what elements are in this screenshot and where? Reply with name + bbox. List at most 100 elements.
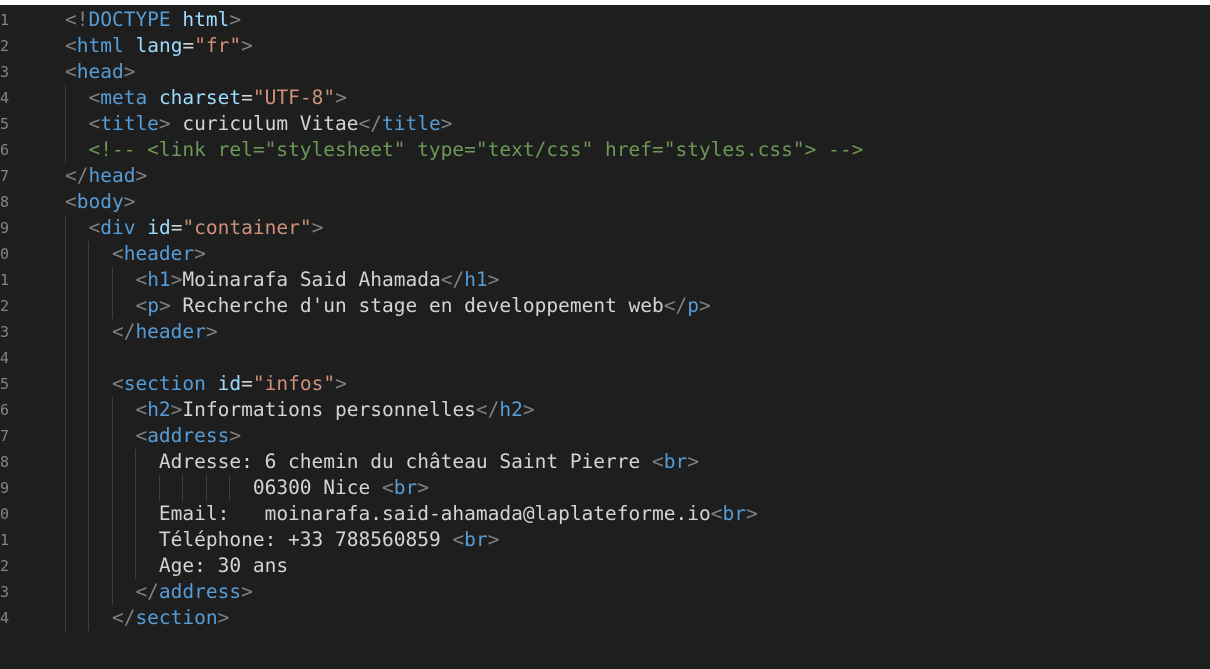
code-token: br [464, 528, 488, 551]
code-line[interactable]: <!-- <link rel="stylesheet" type="text/c… [88, 137, 863, 163]
code-token: < [88, 86, 101, 109]
indent-guide [135, 449, 136, 579]
code-token: < [452, 528, 465, 551]
indent-guide [65, 215, 66, 631]
code-token: </ [111, 320, 136, 343]
code-token: = [170, 216, 183, 239]
code-line[interactable]: </section> [112, 605, 229, 631]
code-line[interactable]: Adresse: 6 chemin du château Saint Pierr… [159, 449, 699, 475]
code-token: Moinarafa Said Ahamada [182, 268, 441, 291]
code-line[interactable]: </header> [112, 319, 218, 345]
code-line[interactable]: </head> [65, 163, 147, 189]
code-token: title [382, 112, 441, 135]
code-token: > [241, 580, 253, 603]
indent-guide [229, 475, 230, 501]
indent-guide [112, 267, 113, 319]
code-line[interactable]: Téléphone: +33 788560859 <br> [159, 527, 499, 553]
line-number: 1 [0, 11, 10, 29]
code-token: section [123, 372, 206, 395]
line-number: 3 [0, 583, 10, 601]
code-token: address [158, 580, 242, 603]
line-number: 8 [0, 453, 10, 471]
code-token: </ [358, 112, 382, 135]
line-number: 2 [0, 297, 10, 315]
code-line[interactable]: <head> [65, 59, 135, 85]
line-number: 9 [0, 479, 10, 497]
code-token: = [182, 34, 195, 57]
code-token: </ [440, 268, 465, 291]
code-line[interactable]: 06300 Nice <br> [253, 475, 429, 501]
code-token: </ [135, 580, 159, 603]
code-token: > [335, 86, 347, 109]
code-token: > [241, 34, 253, 57]
code-area[interactable]: <!DOCTYPE html> <html lang="fr"> <head> <me… [65, 5, 1210, 669]
code-token: > [487, 268, 500, 291]
code-token: > [123, 190, 136, 213]
code-token: = [241, 372, 253, 395]
code-token: = [241, 86, 253, 109]
line-number: 4 [0, 89, 10, 107]
code-line[interactable]: <h1>Moinarafa Said Ahamada</h1> [135, 267, 499, 293]
code-line[interactable]: <section id="infos"> [112, 371, 347, 397]
code-line[interactable]: <header> [112, 241, 206, 267]
code-token: h1 [147, 268, 171, 291]
code-token: </ [65, 164, 89, 187]
code-token: > [217, 606, 230, 629]
code-token: "UTF-8" [252, 86, 336, 109]
code-token: address [147, 424, 230, 447]
code-line[interactable]: </address> [135, 579, 252, 605]
code-token: < [135, 424, 148, 447]
code-line[interactable]: <!DOCTYPE html> [65, 7, 241, 33]
code-token: 06300 Nice [252, 476, 382, 499]
code-token: title [100, 112, 159, 135]
indent-guide [182, 475, 183, 501]
code-token: > [158, 112, 171, 135]
line-number: 5 [0, 115, 10, 133]
code-token: </ [111, 606, 136, 629]
code-line[interactable]: <title> curiculum Vitae</title> [88, 111, 452, 137]
code-line[interactable]: <address> [135, 423, 241, 449]
code-token: curiculum Vitae [170, 112, 359, 135]
line-number: 9 [0, 219, 10, 237]
indent-guide [88, 241, 89, 631]
code-token: > [522, 398, 535, 421]
code-token: header [123, 242, 195, 265]
line-number: 1 [0, 531, 10, 549]
code-token: h2 [147, 398, 171, 421]
code-token: < [710, 502, 723, 525]
code-token: > [440, 112, 453, 135]
code-token: id [217, 372, 242, 395]
code-token: "infos" [252, 372, 336, 395]
code-token: < [652, 450, 664, 473]
code-line[interactable]: Email: moinarafa.said-ahamada@laplatefor… [159, 501, 758, 527]
code-token: h2 [499, 398, 523, 421]
indent-guide [65, 85, 66, 163]
line-number: 7 [0, 167, 10, 185]
code-editor[interactable]: 123456789012345678901234 <!DOCTYPE html>… [0, 5, 1210, 669]
code-line[interactable]: Age: 30 ans [159, 553, 288, 579]
code-token: Adresse: 6 chemin du château Saint Pierr… [158, 450, 653, 473]
line-number: 2 [0, 557, 10, 575]
code-token: < [88, 216, 101, 239]
code-token: > [745, 502, 758, 525]
code-token: Email: moinarafa.said-ahamada@laplatefor… [158, 502, 711, 525]
code-token: > [194, 242, 206, 265]
code-token: < [65, 190, 77, 213]
code-line[interactable]: <div id="container"> [88, 215, 323, 241]
code-line[interactable]: <h2>Informations personnelles</h2> [135, 397, 534, 423]
code-token: br [393, 476, 418, 499]
line-number: 1 [0, 271, 10, 289]
code-token: p [687, 294, 700, 317]
code-line[interactable]: <html lang="fr"> [65, 33, 253, 59]
code-line[interactable]: <p> Recherche d'un stage en developpemen… [135, 293, 710, 319]
code-token: charset [158, 86, 242, 109]
code-token: < [111, 372, 124, 395]
code-token: > [135, 164, 148, 187]
code-token: div [100, 216, 136, 239]
code-token: < [65, 34, 77, 57]
code-line[interactable]: <body> [65, 189, 135, 215]
code-line[interactable]: <meta charset="UTF-8"> [88, 85, 346, 111]
indent-guide [112, 397, 113, 605]
code-token: > [170, 268, 183, 291]
